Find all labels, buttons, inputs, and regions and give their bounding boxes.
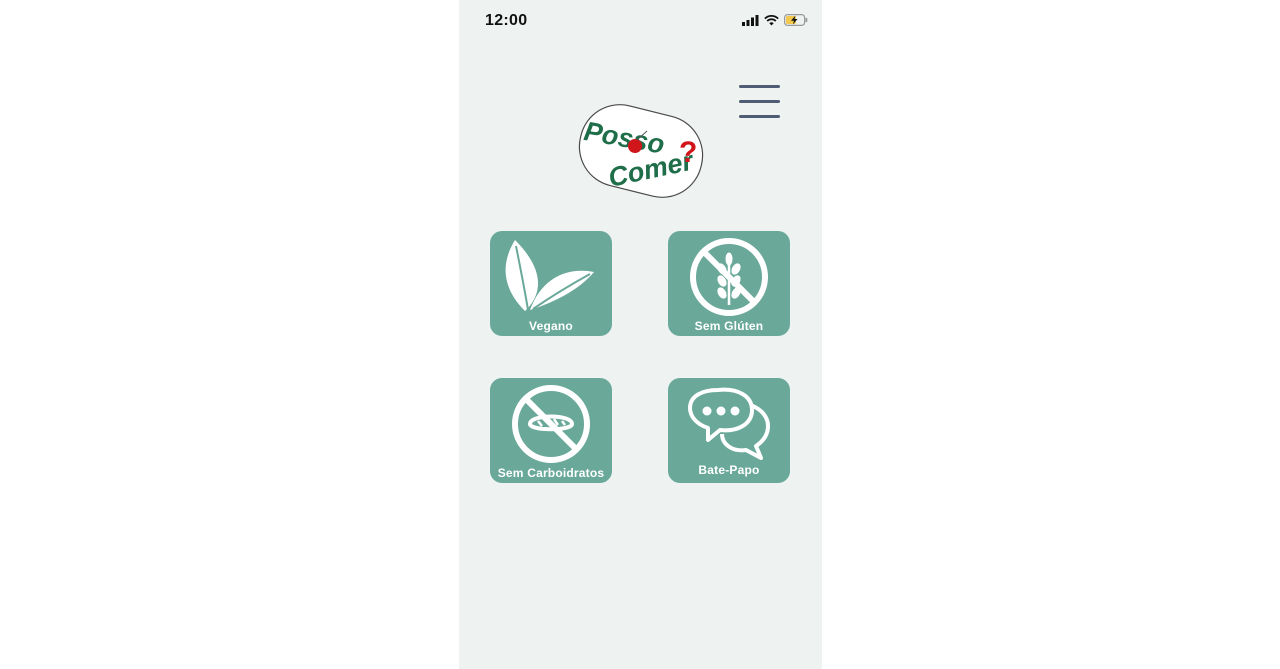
hamburger-line xyxy=(739,100,780,103)
app-logo: Posso Comer ? xyxy=(578,104,704,198)
card-bate-papo[interactable]: Bate-Papo xyxy=(668,378,790,483)
no-bread-icon xyxy=(512,385,590,463)
logo-question-mark: ? xyxy=(679,136,697,169)
card-label: Sem Carboidratos xyxy=(497,466,605,480)
tomato-icon xyxy=(628,139,642,153)
wifi-icon xyxy=(764,14,779,25)
no-gluten-icon xyxy=(690,238,768,316)
hamburger-menu-icon xyxy=(739,85,780,88)
card-vegano[interactable]: Vegano xyxy=(490,231,612,336)
chat-bubbles-icon xyxy=(688,387,770,460)
status-icons xyxy=(742,14,808,26)
phone-screen: 12:00 Posso Comer ? Vegano Sem Glúten Se… xyxy=(459,0,822,669)
card-label: Vegano xyxy=(529,319,573,333)
card-sem-gluten[interactable]: Sem Glúten xyxy=(668,231,790,336)
hamburger-line xyxy=(739,115,780,118)
battery-charging-icon xyxy=(784,14,808,26)
signal-icon xyxy=(742,14,759,26)
card-label: Bate-Papo xyxy=(698,463,760,477)
menu-button[interactable] xyxy=(737,84,781,120)
card-label: Sem Glúten xyxy=(694,319,764,333)
status-time: 12:00 xyxy=(485,12,528,29)
leaves-icon xyxy=(505,240,594,311)
card-sem-carboidratos[interactable]: Sem Carboidratos xyxy=(490,378,612,483)
